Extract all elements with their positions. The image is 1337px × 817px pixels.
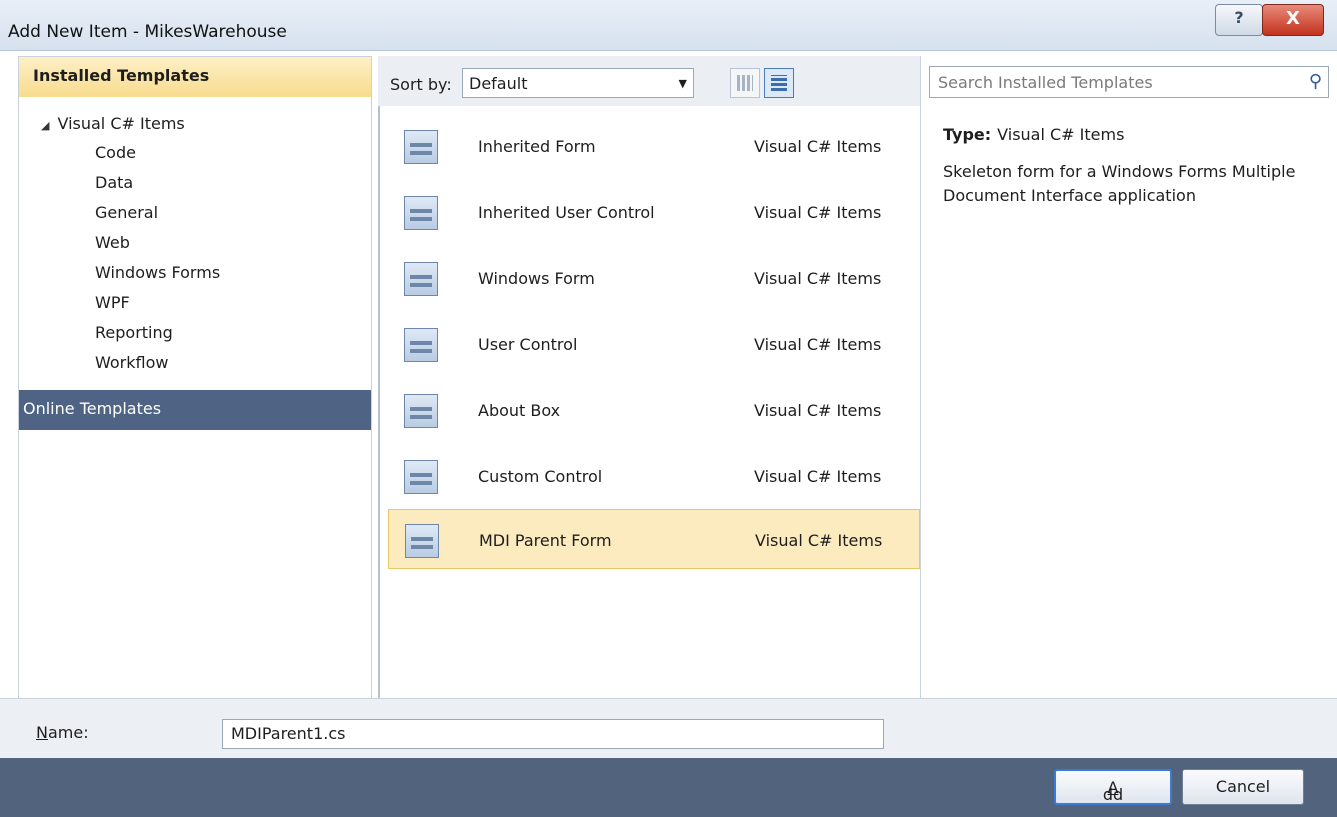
details-view-icon (771, 75, 787, 91)
about-box-icon (404, 394, 438, 428)
collapse-triangle-icon[interactable]: ◢ (41, 119, 49, 132)
template-description: Skeleton form for a Windows Forms Multip… (943, 162, 1296, 205)
inherited-user-control-icon (404, 196, 438, 230)
template-row-inherited-form[interactable]: Inherited Form Visual C# Items (388, 116, 920, 176)
tree-item-reporting[interactable]: Reporting (95, 323, 173, 351)
help-icon: ? (1234, 8, 1244, 27)
template-row-about-box[interactable]: About Box Visual C# Items (388, 380, 920, 440)
templates-tree-panel: Installed Templates ◢ Visual C# Items Cod… (18, 56, 372, 700)
sort-by-label: Sort by: (390, 75, 452, 94)
installed-templates-header[interactable]: Installed Templates (19, 57, 371, 97)
mdi-parent-form-icon (405, 524, 439, 558)
tree-item-workflow[interactable]: Workflow (95, 353, 168, 381)
name-label: Name: (36, 723, 89, 742)
template-row-windows-form[interactable]: Windows Form Visual C# Items (388, 248, 920, 308)
search-input[interactable]: Search Installed Templates ⚲ (929, 66, 1329, 98)
tree-item-web[interactable]: Web (95, 233, 130, 261)
window-title: Add New Item - MikesWarehouse (8, 22, 287, 42)
template-row-mdi-parent-form[interactable]: MDI Parent Form Visual C# Items (388, 509, 920, 569)
close-icon: X (1286, 8, 1300, 29)
tree-item-code[interactable]: Code (95, 143, 136, 171)
type-label: Type: (943, 125, 992, 144)
template-row-custom-control[interactable]: Custom Control Visual C# Items (388, 446, 920, 506)
tree-item-data[interactable]: Data (95, 173, 133, 201)
close-button[interactable]: X (1262, 4, 1324, 36)
name-bar: Name: MDIParent1.cs (0, 698, 1337, 759)
small-icons-view-icon (737, 75, 753, 91)
sort-toolbar: Sort by: Default ▼ (378, 56, 920, 106)
dialog-footer: Add Cancel (0, 758, 1337, 817)
search-placeholder: Search Installed Templates (938, 73, 1153, 92)
inherited-form-icon (404, 130, 438, 164)
search-icon[interactable]: ⚲ (1309, 71, 1322, 92)
cancel-button[interactable]: Cancel (1182, 769, 1304, 805)
sort-by-dropdown[interactable]: Default ▼ (462, 68, 694, 98)
type-info: Type: Visual C# Items (943, 125, 1124, 144)
windows-form-icon (404, 262, 438, 296)
help-button[interactable]: ? (1215, 4, 1263, 36)
template-list: Inherited Form Visual C# Items Inherited… (378, 106, 920, 698)
title-bar: Add New Item - MikesWarehouse ? X (0, 0, 1337, 51)
name-field[interactable]: MDIParent1.cs (222, 719, 884, 749)
template-row-user-control[interactable]: User Control Visual C# Items (388, 314, 920, 374)
custom-control-icon (404, 460, 438, 494)
template-row-inherited-user-control[interactable]: Inherited User Control Visual C# Items (388, 182, 920, 242)
details-panel: Search Installed Templates ⚲ Type: Visual… (920, 56, 1337, 698)
type-value: Visual C# Items (997, 125, 1125, 144)
add-button[interactable]: Add (1054, 769, 1172, 805)
user-control-icon (404, 328, 438, 362)
tree-item-wpf[interactable]: WPF (95, 293, 130, 321)
tree-item-windows-forms[interactable]: Windows Forms (95, 263, 220, 291)
details-view-button[interactable] (764, 68, 794, 98)
tree-item-general[interactable]: General (95, 203, 158, 231)
small-icons-view-button[interactable] (730, 68, 760, 98)
dropdown-arrow-icon: ▼ (678, 77, 687, 90)
tree-root-visual-csharp[interactable]: ◢ Visual C# Items (41, 114, 185, 133)
online-templates-header[interactable]: Online Templates (19, 390, 371, 430)
